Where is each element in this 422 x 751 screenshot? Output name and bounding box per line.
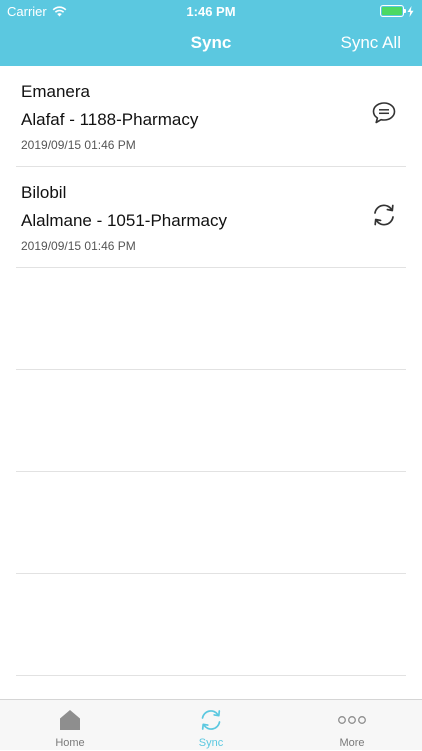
chat-bubble-icon[interactable] bbox=[370, 100, 398, 128]
battery-icon bbox=[380, 5, 406, 17]
home-icon bbox=[60, 710, 80, 730]
tab-label: Home bbox=[55, 737, 85, 749]
tab-bar: Home Sync More bbox=[0, 699, 422, 750]
list-item[interactable]: Bilobil Alalmane - 1051-Pharmacy 2019/09… bbox=[16, 167, 406, 268]
item-place: Alafaf - 1188-Pharmacy bbox=[21, 110, 199, 129]
sync-icon[interactable] bbox=[370, 201, 398, 229]
empty-row bbox=[16, 370, 406, 472]
item-name: Emanera bbox=[21, 82, 90, 101]
charging-bolt-icon bbox=[407, 5, 414, 17]
sync-all-button[interactable]: Sync All bbox=[341, 33, 401, 53]
empty-row bbox=[16, 472, 406, 574]
empty-row bbox=[16, 574, 406, 676]
item-place: Alalmane - 1051-Pharmacy bbox=[21, 211, 227, 230]
battery-indicator bbox=[380, 5, 414, 17]
sync-icon bbox=[201, 710, 221, 730]
more-dots-icon bbox=[338, 716, 366, 724]
item-timestamp: 2019/09/15 01:46 PM bbox=[21, 239, 136, 253]
tab-label: Sync bbox=[198, 737, 224, 749]
list-item[interactable]: Emanera Alafaf - 1188-Pharmacy 2019/09/1… bbox=[16, 66, 406, 167]
sync-list: Emanera Alafaf - 1188-Pharmacy 2019/09/1… bbox=[0, 66, 422, 676]
item-name: Bilobil bbox=[21, 183, 67, 202]
nav-header: Carrier 1:46 PM Sync Sync All bbox=[0, 0, 422, 66]
item-timestamp: 2019/09/15 01:46 PM bbox=[21, 138, 136, 152]
tab-home[interactable]: Home bbox=[0, 700, 140, 751]
tab-more[interactable]: More bbox=[282, 700, 422, 751]
tab-label: More bbox=[339, 737, 365, 749]
status-time: 1:46 PM bbox=[186, 4, 236, 19]
empty-row bbox=[16, 268, 406, 370]
tab-sync[interactable]: Sync bbox=[141, 700, 281, 751]
status-bar: Carrier 1:46 PM bbox=[0, 0, 422, 22]
